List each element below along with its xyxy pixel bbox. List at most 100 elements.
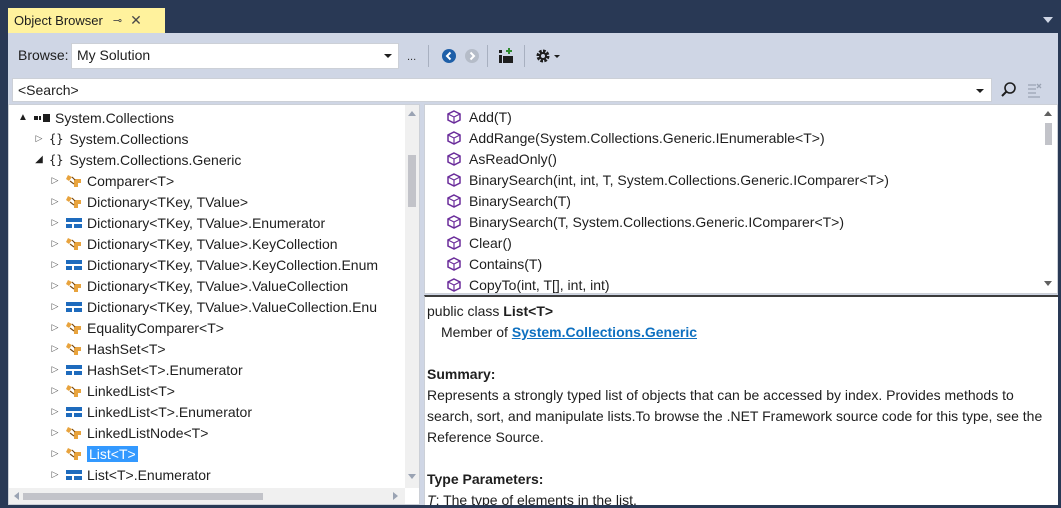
expand-icon[interactable]: ▷	[49, 238, 61, 249]
tree-item-label: Dictionary<TKey, TValue>	[87, 193, 249, 210]
members-vertical-scrollbar[interactable]	[1039, 105, 1057, 293]
declaration-name: List<T>	[503, 303, 554, 319]
tree-item[interactable]: ▷ {} System.Collections	[33, 128, 189, 149]
tree-item[interactable]: ▷ LinkedListNode<T>	[49, 422, 209, 443]
objects-horizontal-scrollbar[interactable]	[9, 488, 405, 504]
collapse-icon[interactable]: ▲	[17, 112, 29, 123]
expand-icon[interactable]: ▷	[49, 469, 61, 480]
member-label: BinarySearch(T, System.Collections.Gener…	[469, 213, 845, 230]
expand-icon[interactable]: ▷	[49, 343, 61, 354]
tab-bar: Object Browser ⊸ ✕	[0, 0, 1061, 33]
expand-icon[interactable]: ▷	[49, 280, 61, 291]
tree-item-label: Dictionary<TKey, TValue>.ValueCollection	[87, 277, 349, 294]
expand-icon[interactable]: ▷	[49, 364, 61, 375]
member-item[interactable]: Contains(T)	[447, 253, 542, 274]
clear-search-icon[interactable]	[1026, 82, 1042, 98]
forward-arrow-icon	[465, 49, 479, 63]
expand-icon[interactable]: ▷	[49, 322, 61, 333]
window-menu-chevron-icon[interactable]	[1043, 17, 1053, 23]
structure-icon	[66, 364, 82, 375]
expand-icon[interactable]: ▷	[49, 259, 61, 270]
class-icon	[66, 237, 81, 250]
expand-icon[interactable]: ▷	[49, 301, 61, 312]
tree-item[interactable]: ▷ Dictionary<TKey, TValue>	[49, 191, 249, 212]
tree-item-label: HashSet<T>.Enumerator	[87, 361, 243, 378]
method-icon	[447, 130, 461, 145]
expand-icon[interactable]: ▷	[33, 133, 45, 144]
scroll-down-icon[interactable]	[408, 474, 416, 479]
member-of: Member of System.Collections.Generic	[427, 322, 1055, 343]
namespace-link[interactable]: System.Collections.Generic	[512, 324, 697, 340]
settings-dropdown-button[interactable]	[532, 46, 564, 66]
add-to-references-button[interactable]	[495, 46, 517, 66]
browser-panes: ▲ System.Collections ▷ {} System.Collections…	[8, 104, 1058, 505]
scroll-up-icon[interactable]	[408, 111, 416, 116]
class-icon	[66, 384, 81, 397]
tree-item[interactable]: ▷ Dictionary<TKey, TValue>.ValueCollectio…	[49, 275, 349, 296]
scroll-left-icon[interactable]	[14, 492, 19, 500]
back-button[interactable]	[438, 46, 460, 66]
scroll-thumb[interactable]	[1045, 123, 1052, 145]
tree-item[interactable]: ▲ System.Collections	[17, 107, 174, 128]
tree-item[interactable]: ▷ List<T>	[49, 443, 138, 464]
expand-icon[interactable]: ▷	[49, 196, 61, 207]
expand-icon[interactable]: ▷	[49, 175, 61, 186]
method-icon	[447, 151, 461, 166]
tree-item[interactable]: ▷ Dictionary<TKey, TValue>.KeyCollection.…	[49, 254, 379, 275]
tree-item[interactable]: ▷ Dictionary<TKey, TValue>.Enumerator	[49, 212, 326, 233]
member-item[interactable]: Add(T)	[447, 106, 512, 127]
edit-custom-component-set-button[interactable]: ...	[407, 51, 416, 63]
tree-item[interactable]: ◢ {} System.Collections.Generic	[33, 149, 241, 170]
expand-icon[interactable]: ▷	[49, 448, 61, 459]
toolbar-separator	[487, 45, 488, 67]
tree-item[interactable]: ▷ EqualityComparer<T>	[49, 317, 224, 338]
member-item[interactable]: BinarySearch(T, System.Collections.Gener…	[447, 211, 844, 232]
expand-icon[interactable]: ▷	[49, 385, 61, 396]
member-item[interactable]: BinarySearch(T)	[447, 190, 571, 211]
scroll-thumb[interactable]	[408, 155, 416, 207]
objects-vertical-scrollbar[interactable]	[405, 105, 419, 488]
member-item[interactable]: AddRange(System.Collections.Generic.IEnu…	[447, 127, 825, 148]
close-icon[interactable]: ✕	[130, 12, 142, 29]
member-item[interactable]: AsReadOnly()	[447, 148, 557, 169]
structure-icon	[66, 406, 82, 417]
scroll-up-icon[interactable]	[1044, 111, 1052, 116]
tree-item-label: LinkedList<T>.Enumerator	[87, 403, 252, 420]
expand-icon[interactable]: ▷	[49, 427, 61, 438]
tree-item[interactable]: ▷ Comparer<T>	[49, 170, 175, 191]
chevron-down-icon[interactable]	[976, 89, 984, 93]
member-item[interactable]: CopyTo(int, T[], int, int)	[447, 274, 610, 293]
tree-item[interactable]: ▷ List<T>.Enumerator	[49, 464, 211, 485]
description-pane: public class List<T> Member of System.Co…	[424, 295, 1058, 505]
tree-item[interactable]: ▷ LinkedList<T>.Enumerator	[49, 401, 252, 422]
add-reference-icon	[499, 48, 513, 63]
search-input[interactable]: <Search>	[12, 78, 992, 102]
tree-item-label: List<T>.Enumerator	[87, 466, 211, 483]
description-text: public class List<T> Member of System.Co…	[427, 301, 1055, 505]
tree-item-label: System.Collections	[69, 130, 189, 147]
namespace-icon: {}	[49, 131, 64, 146]
tree-item[interactable]: ▷ Dictionary<TKey, TValue>.ValueCollectio…	[49, 296, 377, 317]
browse-scope-dropdown[interactable]: My Solution	[71, 43, 399, 69]
expand-icon[interactable]: ▷	[49, 406, 61, 417]
horizontal-scroll-thumb[interactable]	[23, 493, 263, 500]
tree-item-label: Comparer<T>	[87, 172, 175, 189]
scroll-down-icon[interactable]	[1044, 281, 1052, 286]
tree-item-label: List<T>	[87, 445, 138, 462]
member-label: CopyTo(int, T[], int, int)	[469, 276, 610, 293]
tree-item[interactable]: ▷ Dictionary<TKey, TValue>.KeyCollection	[49, 233, 338, 254]
object-browser-window: Browse: My Solution ... <Search> ▲ Syste…	[8, 33, 1058, 505]
scroll-right-icon[interactable]	[393, 492, 398, 500]
tree-item[interactable]: ▷ HashSet<T>.Enumerator	[49, 359, 243, 380]
member-item[interactable]: Clear()	[447, 232, 512, 253]
tree-item[interactable]: ▷ HashSet<T>	[49, 338, 166, 359]
member-item[interactable]: BinarySearch(int, int, T, System.Collect…	[447, 169, 889, 190]
search-icon[interactable]	[1000, 81, 1018, 99]
forward-button[interactable]	[461, 46, 483, 66]
tab-object-browser[interactable]: Object Browser ⊸ ✕	[8, 8, 165, 33]
tree-item[interactable]: ▷ LinkedList<T>	[49, 380, 175, 401]
pin-icon[interactable]: ⊸	[113, 14, 122, 27]
collapse-icon[interactable]: ◢	[33, 154, 45, 165]
member-label: Add(T)	[469, 108, 512, 125]
expand-icon[interactable]: ▷	[49, 217, 61, 228]
